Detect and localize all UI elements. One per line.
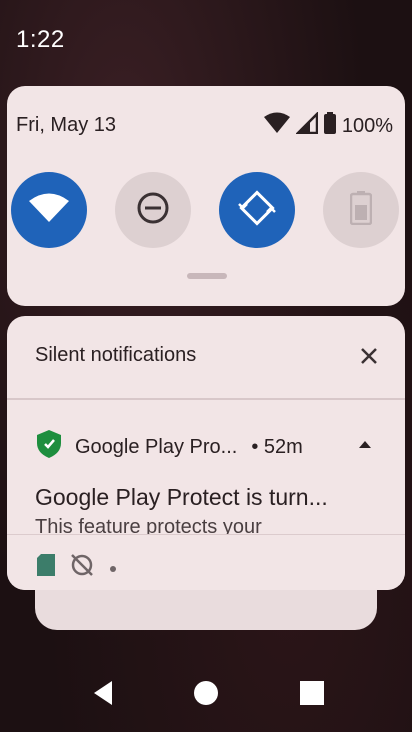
navigation-bar (0, 650, 412, 732)
battery-icon (323, 112, 336, 140)
battery-percent: 100% (341, 114, 393, 137)
notification-card[interactable]: Google Play Pro... • 52m Google Play Pro… (7, 400, 405, 534)
chevron-up-icon (355, 439, 375, 458)
qs-status-icons: 100% (263, 110, 393, 140)
home-search-bar[interactable] (35, 590, 377, 630)
notification-app-row: Google Play Pro... • 52m (37, 430, 303, 464)
home-button[interactable] (191, 678, 221, 708)
play-protect-icon (37, 430, 61, 464)
collapse-notification-button[interactable] (355, 434, 375, 454)
battery-saver-icon (349, 191, 373, 229)
notification-title: Google Play Protect is turn... (35, 484, 328, 510)
notification-body: This feature protects your (35, 516, 262, 534)
back-icon (88, 681, 118, 712)
no-sync-icon (69, 553, 95, 581)
status-time: 1:22 (16, 26, 65, 53)
auto-rotate-icon (238, 189, 276, 231)
panel-drag-handle[interactable] (187, 273, 227, 279)
wifi-signal-icon (263, 112, 290, 140)
notification-time: • 52m (251, 435, 303, 458)
wifi-icon (29, 193, 69, 227)
back-button[interactable] (88, 678, 118, 708)
home-icon (191, 681, 221, 712)
notification-app-name: Google Play Pro... (75, 435, 238, 458)
quick-settings-panel: Fri, May 13 100% (7, 86, 405, 306)
wifi-tile[interactable] (11, 172, 87, 248)
cell-signal-icon (294, 110, 319, 140)
close-icon (357, 348, 381, 372)
sd-card-icon (37, 554, 55, 580)
recents-button[interactable] (297, 678, 327, 708)
more-dot-icon (109, 558, 117, 577)
do-not-disturb-tile[interactable] (115, 172, 191, 248)
silent-notifications-header: Silent notifications (35, 344, 197, 366)
do-not-disturb-icon (136, 191, 170, 229)
auto-rotate-tile[interactable] (219, 172, 295, 248)
battery-saver-tile[interactable] (323, 172, 399, 248)
notification-footer (7, 534, 405, 590)
notifications-panel: Silent notifications Google Play Pro... … (7, 316, 405, 590)
notification-icons-row (37, 553, 117, 581)
dismiss-notifications-button[interactable] (357, 344, 381, 368)
qs-date[interactable]: Fri, May 13 (16, 114, 116, 137)
recents-icon (297, 681, 327, 712)
